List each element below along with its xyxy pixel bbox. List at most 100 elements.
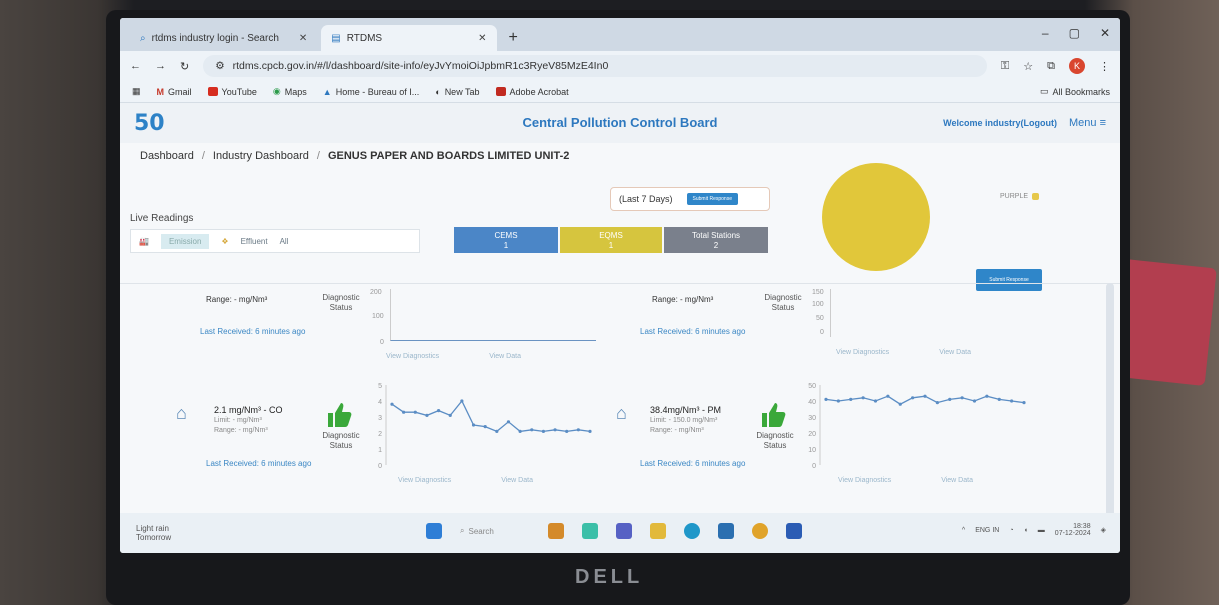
scrollbar[interactable] <box>1106 283 1114 523</box>
bookmark-youtube[interactable]: YouTube <box>207 87 257 97</box>
key-icon[interactable]: ⚿ <box>1001 60 1009 73</box>
bookmark-bureau[interactable]: ▲ Home - Bureau of I... <box>323 87 419 97</box>
clock[interactable]: 18:38 07-12-2024 <box>1055 523 1091 537</box>
breadcrumb-current: GENUS PAPER AND BOARDS LIMITED UNIT-2 <box>327 150 570 162</box>
drop-icon: ❖ <box>221 236 229 246</box>
diagnostic-status[interactable]: Diagnostic Status <box>758 293 808 313</box>
apps-icon[interactable]: ▦ <box>132 86 141 97</box>
weather-widget[interactable]: Light rain Tomorrow <box>136 524 171 542</box>
volume-icon[interactable]: ◖ <box>1024 527 1028 534</box>
submit-response-button-small[interactable]: Submit Response <box>686 193 738 205</box>
data-point <box>588 429 592 433</box>
data-point <box>436 409 441 413</box>
dell-logo: DELL <box>575 566 644 588</box>
menu-button[interactable]: Menu ≡ <box>1069 117 1106 129</box>
stat-eqms[interactable]: EQMS 1 <box>560 227 662 253</box>
url-field[interactable]: ⚙ rtdms.cpcb.gov.in/#/l/dashboard/site-i… <box>203 55 987 77</box>
chart-links: View Diagnostics View Data <box>398 477 533 484</box>
diagnostic-status[interactable]: Diagnostic Status <box>316 293 366 313</box>
view-diagnostics-link[interactable]: View Diagnostics <box>386 353 439 360</box>
card-pm: ⌂ 38.4mg/Nm³ - PM Limit: - 150.0 mg/Nm³ … <box>610 379 1070 484</box>
forward-icon[interactable]: → <box>155 60 166 72</box>
bookmark-acrobat[interactable]: Adobe Acrobat <box>495 87 569 97</box>
breadcrumb-dashboard[interactable]: Dashboard <box>140 150 194 162</box>
view-diagnostics-link[interactable]: View Diagnostics <box>398 477 451 484</box>
close-icon[interactable]: ✕ <box>285 33 307 44</box>
chevron-up-icon[interactable]: ^ <box>962 527 965 534</box>
tab-rtdms[interactable]: ▤ RTDMS ✕ <box>321 25 497 51</box>
y-tick: 200 <box>370 289 382 296</box>
diagnostic-status[interactable]: Diagnostic Status <box>750 431 800 451</box>
card-top-right: Range: - mg/Nm³ Diagnostic Status Last R… <box>640 289 1060 365</box>
data-point <box>911 396 915 400</box>
lang-indicator[interactable]: ENG IN <box>975 527 999 534</box>
card-top-left: Range: - mg/Nm³ Diagnostic Status Last R… <box>190 289 630 365</box>
word-icon[interactable] <box>786 523 802 539</box>
tab-search[interactable]: ⌕ rtdms industry login - Search ✕ <box>130 25 317 51</box>
last-received: Last Received: 6 minutes ago <box>640 327 746 336</box>
new-tab-button[interactable]: + <box>501 25 526 51</box>
close-window-button[interactable]: ✕ <box>1100 26 1110 40</box>
data-point <box>471 423 476 427</box>
search-icon: ⌕ <box>460 526 465 535</box>
filter-all[interactable]: All <box>280 237 289 246</box>
stat-total-stations[interactable]: Total Stations 2 <box>664 227 768 253</box>
minimize-button[interactable]: – <box>1042 26 1049 40</box>
y-tick-label: 20 <box>808 431 816 438</box>
y-tick-label: 50 <box>808 383 816 390</box>
all-bookmarks[interactable]: ▭ All Bookmarks <box>1040 86 1110 97</box>
chart-frame <box>830 289 1036 337</box>
bookmark-new-tab[interactable]: ◐ New Tab <box>435 87 479 97</box>
chimney-icon: ⌂ <box>616 403 627 423</box>
back-icon[interactable]: ← <box>130 60 141 72</box>
star-icon[interactable]: ☆ <box>1023 60 1033 73</box>
view-diagnostics-link[interactable]: View Diagnostics <box>836 349 889 356</box>
diagnostic-status[interactable]: Diagnostic Status <box>316 431 366 451</box>
reload-icon[interactable]: ↻ <box>180 60 189 73</box>
view-data-link[interactable]: View Data <box>941 477 973 484</box>
submit-response-button[interactable]: Submit Response <box>976 269 1042 291</box>
view-diagnostics-link[interactable]: View Diagnostics <box>838 477 891 484</box>
notification-icon[interactable]: ◈ <box>1101 526 1106 534</box>
y-tick: 150 <box>812 289 824 296</box>
data-point <box>448 413 452 417</box>
stat-cems[interactable]: CEMS 1 <box>454 227 558 253</box>
app-icon[interactable] <box>650 523 666 539</box>
system-tray: ^ ENG IN ◔ ◖ ▬ 18:38 07-12-2024 ◈ <box>962 523 1106 537</box>
folder-icon: ▭ <box>1039 86 1049 96</box>
view-data-link[interactable]: View Data <box>489 353 521 360</box>
edge-icon[interactable] <box>684 523 700 539</box>
bookmark-gmail[interactable]: M Gmail <box>157 87 192 97</box>
data-point <box>530 428 534 432</box>
windows-start-icon[interactable] <box>426 523 442 539</box>
taskbar-search[interactable]: ⌕ Search <box>460 523 530 539</box>
app-icon[interactable] <box>548 523 564 539</box>
welcome-logout-link[interactable]: Welcome industry(Logout) <box>943 118 1057 128</box>
breadcrumb-industry-dashboard[interactable]: Industry Dashboard <box>213 150 309 162</box>
bookmark-maps[interactable]: ◉ Maps <box>273 86 307 97</box>
site-info-icon[interactable]: ⚙ <box>215 60 224 72</box>
battery-icon[interactable]: ▬ <box>1038 527 1045 534</box>
close-icon[interactable]: ✕ <box>388 33 486 44</box>
chrome-icon[interactable] <box>752 523 768 539</box>
filter-effluent[interactable]: Effluent <box>241 237 268 246</box>
more-icon[interactable]: ⋮ <box>1099 60 1110 73</box>
view-data-link[interactable]: View Data <box>501 477 533 484</box>
range-text: Range: - mg/Nm³ <box>214 427 268 434</box>
legend-purple: PURPLE <box>1000 193 1040 200</box>
maximize-button[interactable]: ▢ <box>1069 26 1080 40</box>
card-co: ⌂ 2.1 mg/Nm³ - CO Limit: - mg/Nm³ Range:… <box>170 379 630 484</box>
data-point <box>1010 399 1014 403</box>
app-icon[interactable] <box>582 523 598 539</box>
extensions-icon[interactable]: ⧉ <box>1047 60 1055 73</box>
avatar[interactable]: K <box>1069 58 1085 74</box>
filter-emission[interactable]: Emission <box>160 233 210 249</box>
view-data-link[interactable]: View Data <box>939 349 971 356</box>
wifi-icon[interactable]: ◔ <box>1009 527 1013 534</box>
data-point <box>425 413 429 417</box>
app-icon[interactable] <box>718 523 734 539</box>
data-point <box>402 410 406 414</box>
line-chart: 5 4 3 2 1 0 <box>378 383 592 470</box>
y-tick-label: 30 <box>808 415 816 422</box>
app-icon[interactable] <box>616 523 632 539</box>
